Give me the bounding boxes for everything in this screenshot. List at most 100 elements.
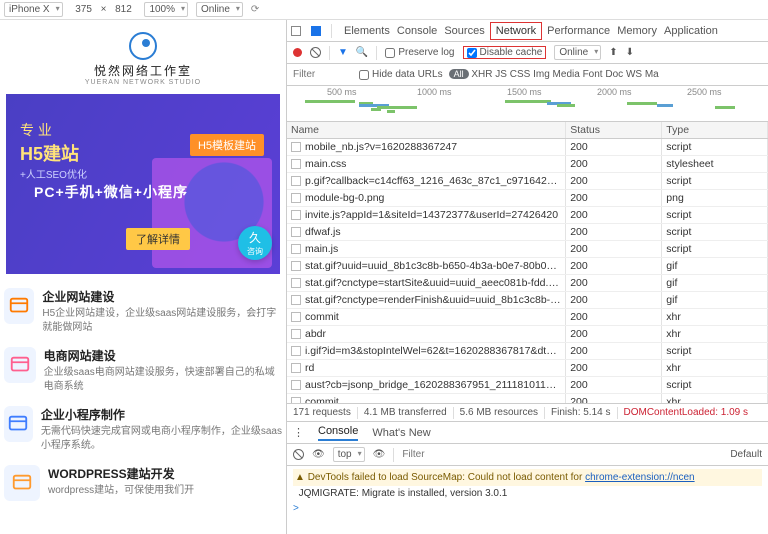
clear-icon[interactable]	[310, 47, 321, 58]
filter-type-ma[interactable]: Ma	[645, 69, 659, 80]
record-icon[interactable]	[293, 48, 302, 57]
service-item[interactable]: WORDPRESS建站开发 wordpress建站，可保使用我们开	[0, 459, 286, 507]
device-select[interactable]: iPhone X	[4, 2, 63, 17]
devtools-tab-memory[interactable]: Memory	[615, 22, 659, 40]
filter-icon[interactable]: ▼	[338, 47, 348, 58]
filter-type-js[interactable]: JS	[495, 69, 507, 80]
console-controls: 👁 top 👁 Default	[287, 444, 768, 466]
sourcemap-link[interactable]: chrome-extension://ncen	[585, 472, 695, 483]
banner-tag[interactable]: H5模板建站	[190, 134, 264, 156]
col-type[interactable]: Type	[662, 122, 768, 139]
console-output: ▲ DevTools failed to load SourceMap: Cou…	[287, 466, 768, 519]
file-icon	[291, 159, 301, 169]
search-icon[interactable]: 🔍	[356, 47, 368, 58]
request-row[interactable]: p.gif?callback=c14cff63_1216_463c_87c1_c…	[287, 173, 768, 190]
filter-input[interactable]	[293, 69, 353, 80]
preserve-log-checkbox[interactable]: Preserve log	[385, 47, 454, 58]
request-row[interactable]: rd200xhr	[287, 360, 768, 377]
log-levels-select[interactable]: Default	[730, 449, 762, 460]
device-viewport: 悦然网络工作室 YUERAN NETWORK STUDIO H5模板建站 专 业…	[0, 20, 287, 534]
banner-line2: H5建站	[20, 140, 79, 166]
console-prompt[interactable]: >	[293, 501, 762, 516]
drawer-menu-icon[interactable]: ⋮	[293, 426, 304, 439]
devtools-tab-performance[interactable]: Performance	[545, 22, 612, 40]
devtools-tab-application[interactable]: Application	[662, 22, 720, 40]
request-row[interactable]: commit200xhr	[287, 309, 768, 326]
file-icon	[291, 329, 301, 339]
request-row[interactable]: stat.gif?uuid=uuid_8b1c3c8b-b650-4b3a-b0…	[287, 258, 768, 275]
service-item[interactable]: 企业网站建设H5企业网站建设，企业级saas网站建设服务，会打字就能做网站	[0, 282, 286, 341]
site-logo: 悦然网络工作室 YUERAN NETWORK STUDIO	[6, 32, 280, 86]
upload-icon[interactable]: ⬆	[609, 47, 617, 58]
filter-type-font[interactable]: Font	[583, 69, 603, 80]
request-row[interactable]: aust?cb=jsonp_bridge_1620288367951_21118…	[287, 377, 768, 394]
filter-type-img[interactable]: Img	[533, 69, 550, 80]
devtools-tab-elements[interactable]: Elements	[342, 22, 392, 40]
rotate-icon[interactable]: ⟳	[251, 4, 259, 15]
console-filter-input[interactable]	[402, 449, 452, 460]
eye-icon[interactable]: 👁	[312, 449, 325, 460]
drawer-tab-whatsnew[interactable]: What's New	[372, 427, 430, 439]
service-item[interactable]: 电商网站建设企业级saas电商网站建设服务，快速部署自己的私域电商系统	[0, 341, 286, 400]
file-icon	[291, 346, 301, 356]
devtools-panel: Elements Console Sources Network Perform…	[287, 20, 768, 534]
service-icon	[4, 288, 34, 324]
request-row[interactable]: i.gif?id=m3&stopIntelWel=62&t=1620288367…	[287, 343, 768, 360]
file-icon	[291, 193, 301, 203]
request-row[interactable]: commit200xhr	[287, 394, 768, 405]
filter-type-doc[interactable]: Doc	[605, 69, 623, 80]
devtools-tab-console[interactable]: Console	[395, 22, 439, 40]
download-icon[interactable]: ⬇	[626, 47, 634, 58]
file-icon	[291, 210, 301, 220]
col-name[interactable]: Name	[287, 122, 566, 139]
inspect-icon[interactable]	[291, 26, 301, 36]
timeline-tick: 1500 ms	[507, 87, 542, 97]
device-mode-icon[interactable]	[311, 26, 321, 36]
service-icon	[4, 406, 33, 442]
banner-cta-button[interactable]: 了解详情	[126, 228, 190, 250]
timeline-tick: 2500 ms	[687, 87, 722, 97]
file-icon	[291, 227, 301, 237]
throttle-select[interactable]: Online	[196, 2, 243, 17]
service-desc: wordpress建站，可保使用我们开	[48, 484, 194, 498]
request-row[interactable]: abdr200xhr	[287, 326, 768, 343]
logo-title: 悦然网络工作室	[94, 62, 192, 79]
col-status[interactable]: Status	[566, 122, 662, 139]
request-row[interactable]: stat.gif?cnctype=renderFinish&uuid=uuid_…	[287, 292, 768, 309]
service-title: 企业小程序制作	[41, 406, 282, 423]
request-row[interactable]: main.css200stylesheet	[287, 156, 768, 173]
context-select[interactable]: top	[333, 447, 365, 462]
eye-icon-2[interactable]: 👁	[373, 449, 386, 460]
filter-type-all[interactable]: All	[449, 69, 469, 79]
hide-data-urls-checkbox[interactable]: Hide data URLs	[359, 69, 443, 80]
timeline-overview[interactable]: 500 ms1000 ms1500 ms2000 ms2500 ms	[287, 86, 768, 122]
request-row[interactable]: mobile_nb.js?v=1620288367247200script	[287, 139, 768, 156]
filter-type-media[interactable]: Media	[553, 69, 580, 80]
timeline-tick: 1000 ms	[417, 87, 452, 97]
devtools-tab-sources[interactable]: Sources	[442, 22, 486, 40]
filter-type-css[interactable]: CSS	[510, 69, 531, 80]
service-item[interactable]: 企业小程序制作无需代码快速完成官网或电商小程序制作，企业级saas小程序系统。	[0, 400, 286, 459]
zoom-select[interactable]: 100%	[144, 2, 188, 17]
disable-cache-checkbox[interactable]: Disable cache	[463, 46, 547, 59]
request-row[interactable]: invite.js?appId=1&siteId=14372377&userId…	[287, 207, 768, 224]
filter-type-ws[interactable]: WS	[626, 69, 642, 80]
file-icon	[291, 176, 301, 186]
banner-line1: 专 业	[20, 120, 52, 140]
network-table[interactable]: Name Status Type mobile_nb.js?v=16202883…	[287, 122, 768, 404]
console-clear-icon[interactable]	[293, 449, 304, 460]
request-row[interactable]: dfwaf.js200script	[287, 224, 768, 241]
drawer-tab-console[interactable]: Console	[318, 425, 358, 441]
request-row[interactable]: stat.gif?cnctype=startSite&uuid=uuid_aee…	[287, 275, 768, 292]
devtools-tab-network[interactable]: Network	[490, 22, 542, 40]
filter-type-xhr[interactable]: XHR	[471, 69, 492, 80]
online-select[interactable]: Online	[554, 45, 601, 60]
request-row[interactable]: main.js200script	[287, 241, 768, 258]
service-title: 企业网站建设	[42, 288, 282, 305]
width-input[interactable]: 375	[71, 4, 97, 15]
height-input[interactable]: 812	[110, 4, 136, 15]
request-row[interactable]: module-bg-0.png200png	[287, 190, 768, 207]
float-consult-button[interactable]: 久咨询	[238, 226, 272, 260]
network-controls: ▼ 🔍 Preserve log Disable cache Online ⬆ …	[287, 42, 768, 64]
service-title: WORDPRESS建站开发	[48, 465, 194, 482]
